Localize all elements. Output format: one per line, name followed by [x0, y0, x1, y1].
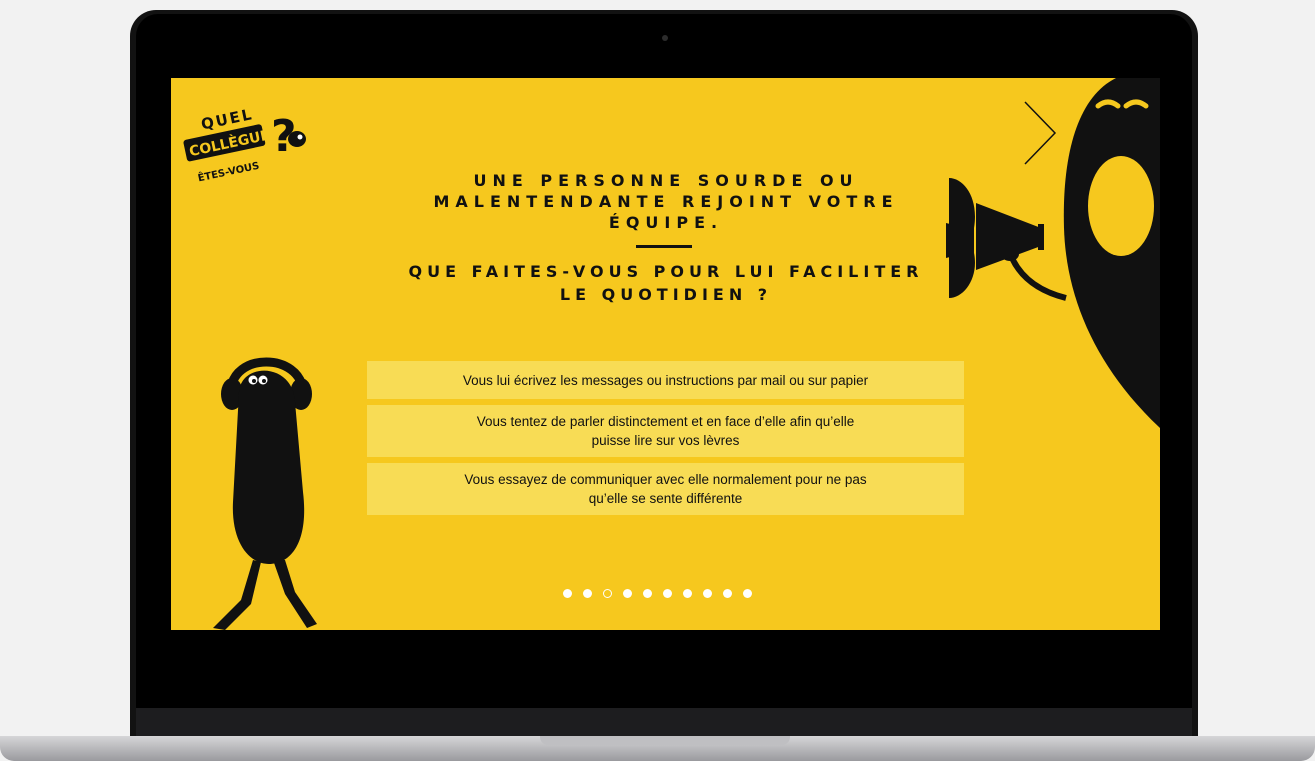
pagination-dot-8[interactable]	[703, 589, 712, 598]
logo-eye-icon	[288, 131, 306, 147]
pagination-dot-3[interactable]	[603, 589, 612, 598]
pagination-dot-6[interactable]	[663, 589, 672, 598]
app-screen: QUEL COLLÈGUE ÊTES-VOUS ? UNE PERSONNE S…	[171, 78, 1160, 630]
megaphone-character-icon	[946, 78, 1160, 428]
quel-collegue-logo[interactable]: QUEL COLLÈGUE ÊTES-VOUS ?	[179, 96, 319, 186]
pagination-dot-9[interactable]	[723, 589, 732, 598]
pagination-dot-2[interactable]	[583, 589, 592, 598]
answer-option-3-label: Vous essayez de communiquer avec elle no…	[464, 472, 867, 506]
laptop-bezel-bottom	[136, 708, 1192, 736]
headphones-character-icon	[213, 357, 317, 630]
pagination-dot-4[interactable]	[623, 589, 632, 598]
laptop-notch	[540, 736, 790, 745]
divider	[636, 245, 692, 248]
answer-list: Vous lui écrivez les messages ou instruc…	[367, 361, 964, 521]
answer-option-3[interactable]: Vous essayez de communiquer avec elle no…	[367, 463, 964, 515]
camera-icon	[662, 35, 668, 41]
headline: UNE PERSONNE SOURDE OU MALENTENDANTE REJ…	[433, 171, 899, 232]
screen-footer	[171, 630, 1160, 708]
pagination-dots	[563, 589, 752, 598]
pagination-dot-7[interactable]	[683, 589, 692, 598]
answer-option-2-label: Vous tentez de parler distinctement et e…	[476, 414, 855, 448]
pagination-dot-1[interactable]	[563, 589, 572, 598]
pagination-dot-10[interactable]	[743, 589, 752, 598]
logo-line3: ÊTES-VOUS	[197, 159, 261, 185]
answer-option-1[interactable]: Vous lui écrivez les messages ou instruc…	[367, 361, 964, 399]
pagination-dot-5[interactable]	[643, 589, 652, 598]
question-title: QUE FAITES-VOUS POUR LUI FACILITER LE QU…	[408, 262, 924, 304]
answer-option-2[interactable]: Vous tentez de parler distinctement et e…	[367, 405, 964, 457]
